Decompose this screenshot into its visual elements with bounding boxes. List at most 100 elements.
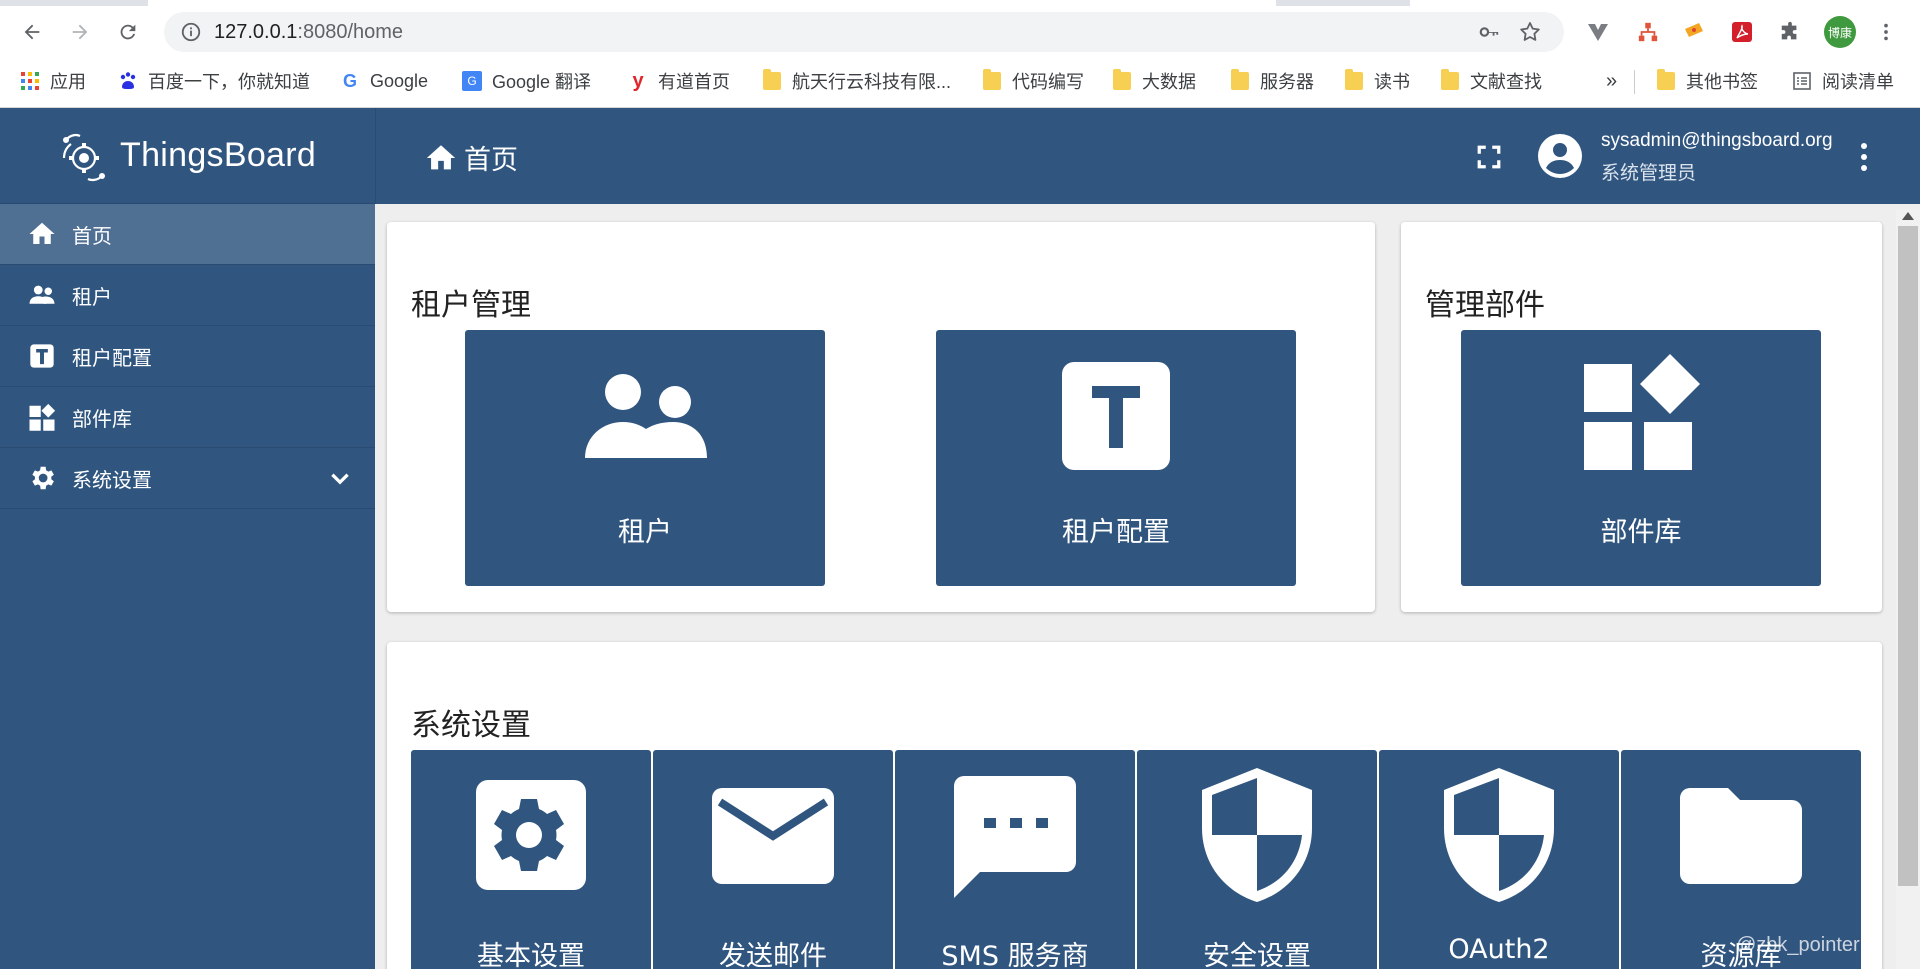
bookmark-label: 服务器 bbox=[1260, 72, 1314, 92]
reload-icon bbox=[120, 24, 136, 40]
sidebar-item-system-settings[interactable]: 系统设置 bbox=[0, 448, 375, 509]
bookmark-label: 应用 bbox=[50, 72, 86, 92]
bookmark-folder-2[interactable]: 代码编写 bbox=[982, 66, 1084, 96]
bookmark-label: 航天行云科技有限... bbox=[792, 72, 952, 92]
scrollbar-thumb[interactable] bbox=[1898, 226, 1918, 886]
profile-avatar[interactable]: 博康 bbox=[1824, 16, 1856, 48]
sidebar-item-label: 租户 bbox=[72, 284, 112, 309]
bookmark-baidu[interactable]: 百度一下，你就知道 bbox=[118, 66, 310, 96]
tile-mail-server[interactable]: 发送邮件 bbox=[653, 750, 893, 969]
tile-label: 部件库 bbox=[1600, 517, 1682, 548]
fullscreen-icon[interactable] bbox=[1476, 144, 1502, 170]
bookmarks-bar: 应用 百度一下，你就知道 G Google G Google 翻译 y 有道首页… bbox=[0, 62, 1920, 100]
bookmark-folder-4[interactable]: 服务器 bbox=[1230, 66, 1314, 96]
google-g-icon: G bbox=[342, 70, 357, 91]
tile-label: SMS 服务商 bbox=[941, 941, 1089, 969]
app-toolbar: 首页 sysadmin@thingsboard.org 系统管理员 bbox=[375, 108, 1920, 204]
bookmark-folder-3[interactable]: 大数据 bbox=[1112, 66, 1196, 96]
brand-name: ThingsBoard bbox=[120, 136, 317, 174]
active-tab[interactable] bbox=[148, 0, 1276, 6]
arrow-left-icon bbox=[24, 24, 40, 40]
youdao-icon: y bbox=[632, 69, 644, 92]
forward-button[interactable] bbox=[62, 14, 98, 50]
google-translate-icon: G bbox=[462, 71, 482, 91]
browser-menu-icon[interactable] bbox=[1872, 18, 1900, 46]
second-tab[interactable] bbox=[1410, 0, 1920, 6]
bookmark-folder-6[interactable]: 文献查找 bbox=[1440, 66, 1542, 96]
card-system-settings: 系统设置 基本设置 发送邮件 SMS 服务商 安全设置 OAuth2 资源库 bbox=[387, 642, 1882, 969]
arrow-right-icon bbox=[72, 24, 88, 40]
sidebar-item-tenants[interactable]: 租户 bbox=[0, 265, 375, 326]
extension-ticket-icon[interactable] bbox=[1680, 18, 1708, 46]
sidebar-item-label: 租户配置 bbox=[72, 345, 152, 370]
extensions-puzzle-icon[interactable] bbox=[1776, 18, 1804, 46]
extension-sitemap-icon[interactable] bbox=[1634, 18, 1662, 46]
tab-strip bbox=[0, 0, 1920, 6]
main-scrollbar[interactable] bbox=[1896, 210, 1920, 969]
user-email[interactable]: sysadmin@thingsboard.org bbox=[1601, 130, 1833, 152]
bookmark-label: Google 翻译 bbox=[492, 72, 592, 92]
account-circle-icon[interactable] bbox=[1536, 132, 1584, 180]
url-text[interactable]: 127.0.0.1:8080/home bbox=[214, 21, 403, 44]
scroll-up-arrow-icon[interactable] bbox=[1902, 212, 1914, 220]
tile-label: 安全设置 bbox=[1203, 941, 1311, 969]
bookmark-other[interactable]: 其他书签 bbox=[1656, 66, 1758, 96]
bookmark-star-icon[interactable] bbox=[1518, 20, 1542, 44]
tile-oauth2[interactable]: OAuth2 bbox=[1379, 750, 1619, 969]
widgets-icon bbox=[26, 401, 58, 433]
address-bar[interactable]: 127.0.0.1:8080/home bbox=[164, 12, 1564, 52]
tile-label: 租户 bbox=[618, 517, 672, 548]
bookmark-label: 读书 bbox=[1374, 72, 1410, 92]
bookmark-folder-1[interactable]: 航天行云科技有限... bbox=[762, 66, 951, 96]
gear-icon bbox=[476, 780, 586, 890]
bookmarks-overflow-button[interactable]: » bbox=[1606, 66, 1617, 96]
extension-v-icon[interactable] bbox=[1584, 18, 1612, 46]
chevron-down-icon[interactable] bbox=[327, 466, 353, 492]
main-content: 租户管理 租户 租户配置 管理部件 部件库 系统设置 基本设置 发送邮件 SMS… bbox=[375, 204, 1920, 969]
tenants-icon bbox=[585, 374, 707, 458]
bookmark-apps[interactable]: 应用 bbox=[20, 66, 86, 96]
apps-grid-icon bbox=[20, 71, 40, 91]
folder-icon bbox=[1112, 69, 1132, 91]
card-widgets-management: 管理部件 部件库 bbox=[1401, 222, 1882, 612]
tile-label: 基本设置 bbox=[477, 941, 585, 969]
bookmark-folder-5[interactable]: 读书 bbox=[1344, 66, 1410, 96]
card-tenant-management: 租户管理 租户 租户配置 bbox=[387, 222, 1375, 612]
browser-chrome: 127.0.0.1:8080/home 博康 应用 百度一下，你就知道 G Go… bbox=[0, 0, 1920, 108]
home-icon bbox=[26, 218, 58, 250]
bookmarks-divider bbox=[1634, 70, 1635, 94]
mail-icon bbox=[712, 788, 834, 884]
breadcrumb[interactable]: 首页 bbox=[424, 138, 518, 177]
shield-icon bbox=[1202, 768, 1312, 902]
sidebar-item-widgets[interactable]: 部件库 bbox=[0, 387, 375, 448]
shield-icon bbox=[1444, 768, 1554, 902]
key-icon[interactable] bbox=[1478, 21, 1500, 43]
baidu-paw-icon bbox=[118, 71, 138, 91]
tile-widgets-library[interactable]: 部件库 bbox=[1461, 330, 1821, 586]
tile-label: 发送邮件 bbox=[719, 941, 827, 969]
back-button[interactable] bbox=[14, 14, 50, 50]
tile-sms-provider[interactable]: SMS 服务商 bbox=[895, 750, 1135, 969]
brand[interactable]: ThingsBoard bbox=[0, 108, 375, 204]
more-vert-icon[interactable] bbox=[1858, 142, 1870, 172]
extension-pdf-icon[interactable] bbox=[1728, 18, 1756, 46]
folder-icon bbox=[982, 69, 1002, 91]
sidebar-item-label: 首页 bbox=[72, 223, 112, 248]
page-title: 首页 bbox=[464, 145, 518, 176]
bookmark-youdao[interactable]: y 有道首页 bbox=[628, 66, 730, 96]
bookmark-google-translate[interactable]: G Google 翻译 bbox=[462, 66, 591, 96]
home-icon bbox=[426, 144, 456, 169]
info-icon[interactable] bbox=[180, 21, 202, 43]
tile-tenants[interactable]: 租户 bbox=[465, 330, 825, 586]
reading-list-button[interactable]: 阅读清单 bbox=[1792, 66, 1894, 96]
tile-security-settings[interactable]: 安全设置 bbox=[1137, 750, 1377, 969]
reload-button[interactable] bbox=[110, 14, 146, 50]
folder-icon bbox=[1230, 69, 1250, 91]
sidebar: ThingsBoard 首页 租户 租户配置 部件库 系统设置 bbox=[0, 108, 375, 969]
bookmark-google[interactable]: G Google bbox=[340, 66, 428, 96]
sidebar-item-home[interactable]: 首页 bbox=[0, 204, 375, 265]
tile-tenant-profiles[interactable]: 租户配置 bbox=[936, 330, 1296, 586]
sidebar-item-tenant-profiles[interactable]: 租户配置 bbox=[0, 326, 375, 387]
tile-general-settings[interactable]: 基本设置 bbox=[411, 750, 651, 969]
tile-label: 租户配置 bbox=[1062, 517, 1170, 548]
